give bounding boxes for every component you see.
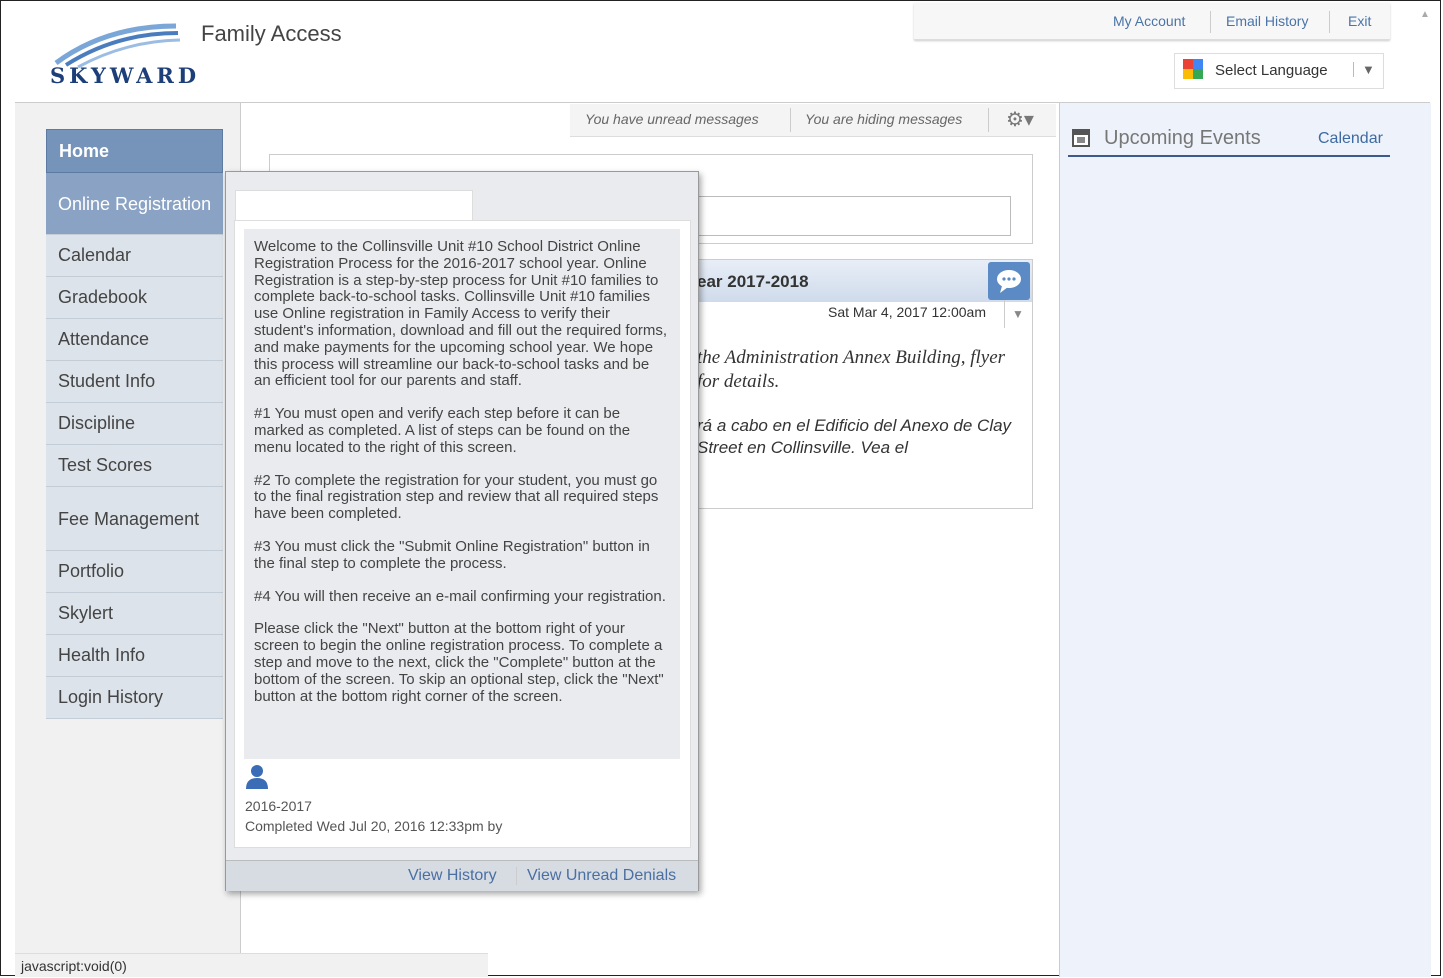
view-history-link[interactable]: View History	[408, 867, 497, 885]
registration-popup: Welcome to the Collinsville Unit #10 Sch…	[225, 171, 699, 891]
upcoming-events-title: Upcoming Events	[1104, 127, 1261, 149]
my-account-link[interactable]: My Account	[1113, 13, 1185, 29]
sidebar-item-student-info[interactable]: Student Info	[46, 361, 223, 403]
chevron-down-icon[interactable]: ▼	[1004, 300, 1031, 328]
background-input	[688, 196, 1011, 236]
message-card: ear 2017-2018 Sat Mar 4, 2017 12:00am ▼ …	[696, 259, 1033, 509]
sidebar-item-calendar[interactable]: Calendar	[46, 235, 223, 277]
chat-bubble-icon[interactable]	[988, 262, 1030, 300]
school-year: 2016-2017	[245, 798, 312, 814]
message-date: Sat Mar 4, 2017 12:00am	[828, 304, 986, 320]
message-body-english: the Administration Annex Building, flyer…	[697, 347, 1006, 392]
exit-link[interactable]: Exit	[1348, 13, 1371, 29]
instruction-paragraph: #1 You must open and verify each step be…	[254, 405, 631, 456]
popup-content: Welcome to the Collinsville Unit #10 Sch…	[234, 220, 691, 848]
sidebar-item-skylert[interactable]: Skylert	[46, 593, 223, 635]
message-header: ear 2017-2018	[697, 260, 1032, 302]
google-translate-icon	[1183, 59, 1203, 79]
instruction-paragraph: #2 To complete the registration for your…	[254, 471, 659, 523]
sidebar-item-health-info[interactable]: Health Info	[46, 635, 223, 677]
user-icon	[246, 765, 268, 789]
unread-messages-link[interactable]: You have unread messages	[585, 111, 759, 127]
sidebar-item-home[interactable]: Home	[46, 129, 223, 173]
logo-text: SKYWARD	[50, 63, 201, 88]
skyward-logo[interactable]: SKYWARD	[46, 21, 196, 91]
calendar-link[interactable]: Calendar	[1318, 130, 1383, 148]
view-unread-denials-link[interactable]: View Unread Denials	[527, 867, 676, 885]
sidebar-item-portfolio[interactable]: Portfolio	[46, 551, 223, 593]
message-title: ear 2017-2018	[697, 272, 809, 291]
gear-icon[interactable]: ⚙▾	[1006, 107, 1034, 132]
top-links-bar: My Account Email History Exit	[914, 3, 1390, 40]
divider	[790, 108, 791, 132]
app-title: Family Access	[201, 21, 342, 46]
divider	[988, 108, 989, 132]
sidebar-item-login-history[interactable]: Login History	[46, 677, 223, 719]
sidebar-item-discipline[interactable]: Discipline	[46, 403, 223, 445]
instruction-paragraph: Please click the "Next" button at the bo…	[254, 620, 664, 705]
registration-instructions: Welcome to the Collinsville Unit #10 Sch…	[244, 229, 680, 759]
sidebar-nav: Home Online Registration Calendar Gradeb…	[46, 129, 223, 719]
messages-bar: You have unread messages You are hiding …	[570, 104, 1056, 137]
instruction-paragraph: #3 You must click the "Submit Online Reg…	[254, 537, 650, 572]
sidebar-item-fee-management[interactable]: Fee Management	[46, 487, 223, 551]
upcoming-events-panel: Upcoming Events Calendar	[1059, 103, 1431, 977]
popup-footer: View History View Unread Denials	[226, 860, 698, 891]
sidebar-item-gradebook[interactable]: Gradebook	[46, 277, 223, 319]
select-language-label: Select Language	[1215, 62, 1328, 79]
divider	[516, 867, 517, 885]
instruction-paragraph: #4 You will then receive an e-mail confi…	[254, 587, 666, 605]
calendar-icon	[1072, 129, 1090, 147]
completed-status: Completed Wed Jul 20, 2016 12:33pm by	[245, 818, 503, 834]
popup-tab	[235, 190, 473, 221]
select-language-dropdown[interactable]: Select Language ▼	[1174, 53, 1384, 89]
hiding-messages-link[interactable]: You are hiding messages	[805, 111, 962, 127]
divider	[1329, 11, 1330, 33]
status-bar: javascript:void(0)	[15, 953, 488, 977]
sidebar-item-online-registration[interactable]: Online Registration	[46, 173, 223, 235]
sidebar-item-attendance[interactable]: Attendance	[46, 319, 223, 361]
browser-frame: SKYWARD Family Access My Account Email H…	[0, 0, 1441, 977]
scroll-up-icon[interactable]: ▲	[1420, 9, 1430, 20]
instruction-paragraph: Welcome to the Collinsville Unit #10 Sch…	[254, 238, 668, 390]
divider	[1068, 155, 1390, 157]
message-body-spanish: rá a cabo en el Edificio del Anexo de Cl…	[697, 416, 1012, 457]
sidebar-item-test-scores[interactable]: Test Scores	[46, 445, 223, 487]
email-history-link[interactable]: Email History	[1226, 13, 1308, 29]
dropdown-arrow-icon: ▼	[1353, 62, 1375, 77]
divider	[1210, 11, 1211, 33]
